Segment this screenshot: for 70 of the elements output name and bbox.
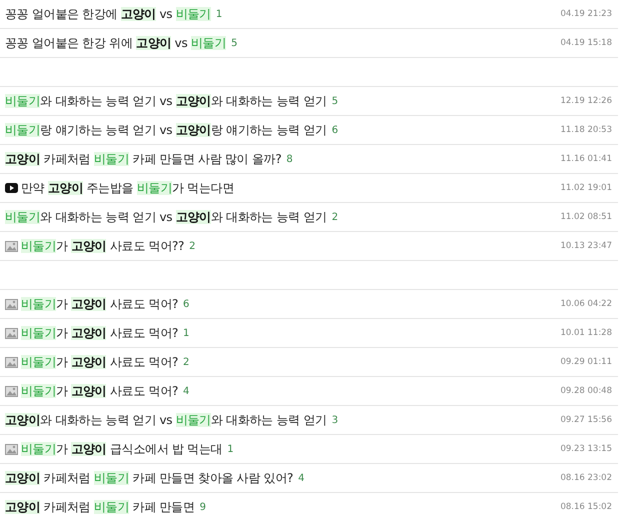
comment-count: 3 (332, 414, 338, 426)
post-date: 11.02 19:01 (560, 183, 612, 193)
post-date: 04.19 21:23 (560, 9, 612, 19)
post-title[interactable]: 비둘기가 고양이 급식소에서 밥 먹는대 (21, 440, 222, 458)
post-date: 09.28 00:48 (560, 386, 612, 396)
comment-count: 1 (183, 328, 190, 338)
comment-count: 2 (332, 212, 338, 222)
post-row[interactable]: 비둘기가 고양이 사료도 먹어? 2 09.29 01:11 (0, 348, 618, 377)
comment-count: 1 (216, 8, 222, 20)
image-icon (5, 298, 18, 310)
comment-count: 8 (286, 154, 293, 164)
post-title[interactable]: 비둘기와 대화하는 능력 얻기 vs 고양이와 대화하는 능력 얻기 (5, 208, 327, 226)
post-date: 11.16 01:41 (560, 154, 612, 164)
image-icon (5, 356, 18, 368)
comment-count: 6 (332, 124, 338, 136)
post-title[interactable]: 비둘기가 고양이 사료도 먹어? (21, 296, 178, 312)
post-row[interactable]: 고양이 카페처럼 비둘기 카페 만들면 찾아올 사람 있어? 4 08.16 23:02 (0, 464, 618, 493)
post-row[interactable]: 고양이와 대화하는 능력 얻기 vs 비둘기와 대화하는 능력 얻기 3 09.27 15:56 (0, 406, 618, 435)
post-title[interactable]: 비둘기와 대화하는 능력 얻기 vs 고양이와 대화하는 능력 얻기 (5, 92, 327, 110)
image-icon (5, 328, 18, 338)
post-date: 11.18 20:53 (560, 125, 612, 135)
post-title[interactable]: 비둘기가 고양이 사료도 먹어?? (21, 238, 184, 254)
post-title[interactable]: 비둘기랑 얘기하는 능력 얻기 vs 고양이 랑 얘기하는 능력 얻기 (5, 122, 327, 138)
post-title[interactable]: 고양이와 대화하는 능력 얻기 vs 비둘기와 대화하는 능력 얻기 (5, 412, 327, 428)
post-title[interactable]: 고양이 카페처럼 비둘기 카페 만들면 사람 많이 올까? (5, 150, 282, 168)
video-play-icon (5, 183, 18, 193)
post-title[interactable]: 비둘기가 고양이 사료도 먹어? (21, 324, 178, 342)
post-title[interactable]: 비둘기가 고양이 사료도 먹어? (21, 382, 178, 400)
post-title[interactable]: 고양이 카페처럼 비둘기 카페 만들면 찾아올 사람 있어? (5, 470, 294, 486)
post-date: 11.02 08:51 (560, 212, 612, 222)
post-row[interactable]: 고양이 카페처럼 비둘기 카페 만들면 9 08.16 15:02 (0, 493, 618, 521)
post-title[interactable]: 만약 고양이 주는밥을 비둘기가 먹는다면 (21, 180, 234, 196)
image-icon (5, 240, 18, 252)
post-row[interactable]: 비둘기와 대화하는 능력 얻기 vs 고양이와 대화하는 능력 얻기 2 11.02 08:51 (0, 203, 618, 232)
post-row[interactable]: 꽁꽁 얼어붙은 한강 위에 고양이 vs 비둘기 5 04.19 15:18 (0, 29, 618, 58)
post-date: 09.29 01:11 (560, 357, 612, 367)
post-date: 10.06 04:22 (560, 299, 612, 309)
comment-count: 4 (298, 472, 304, 484)
post-row[interactable]: 비둘기가 고양이 급식소에서 밥 먹는대 1 09.23 13:15 (0, 435, 618, 464)
comment-count: 5 (332, 96, 338, 106)
comment-count: 6 (183, 298, 190, 310)
post-date: 12.19 12:26 (560, 96, 612, 106)
post-title[interactable]: 꽁꽁 얼어붙은 한강에 고양이 vs 비둘기 (5, 6, 211, 22)
post-date: 09.27 15:56 (560, 415, 612, 425)
comment-count: 1 (227, 444, 234, 454)
comment-count: 2 (183, 356, 190, 368)
post-date: 10.13 23:47 (560, 241, 612, 251)
post-row[interactable]: 비둘기가 고양이 사료도 먹어?? 2 10.13 23:47 (0, 232, 618, 261)
post-title[interactable]: 비둘기가 고양이 사료도 먹어? (21, 354, 178, 370)
post-row[interactable]: 비둘기가 고양이 사료도 먹어? 6 10.06 04:22 (0, 290, 618, 319)
post-row[interactable]: 비둘기랑 얘기하는 능력 얻기 vs 고양이 랑 얘기하는 능력 얻기 6 11.18 20:53 (0, 116, 618, 145)
post-date: 08.16 15:02 (560, 502, 612, 512)
post-row[interactable]: 만약 고양이 주는밥을 비둘기가 먹는다면 11.02 19:01 (0, 174, 618, 203)
image-icon (5, 444, 18, 454)
comment-count: 4 (183, 386, 190, 396)
post-row[interactable]: 꽁꽁 얼어붙은 한강에 고양이 vs 비둘기 1 04.19 21:23 (0, 0, 618, 29)
comment-count: 2 (189, 240, 196, 252)
post-date: 04.19 15:18 (560, 38, 612, 48)
comment-count: 9 (200, 502, 206, 512)
comment-count: 5 (231, 38, 238, 48)
post-date: 10.01 11:28 (560, 328, 612, 338)
post-title[interactable]: 꽁꽁 얼어붙은 한강 위에 고양이 vs 비둘기 (5, 34, 226, 52)
post-title[interactable]: 고양이 카페처럼 비둘기 카페 만들면 (5, 498, 195, 516)
post-row[interactable]: 비둘기가 고양이 사료도 먹어? 4 09.28 00:48 (0, 377, 618, 406)
post-date: 09.23 13:15 (560, 444, 612, 454)
post-date: 08.16 23:02 (560, 473, 612, 483)
image-icon (5, 386, 18, 396)
post-row[interactable]: 비둘기가 고양이 사료도 먹어? 1 10.01 11:28 (0, 319, 618, 348)
post-row[interactable]: 고양이 카페처럼 비둘기 카페 만들면 사람 많이 올까? 8 11.16 01:41 (0, 145, 618, 174)
post-row[interactable]: 비둘기와 대화하는 능력 얻기 vs 고양이와 대화하는 능력 얻기 5 12.19 12:26 (0, 87, 618, 116)
